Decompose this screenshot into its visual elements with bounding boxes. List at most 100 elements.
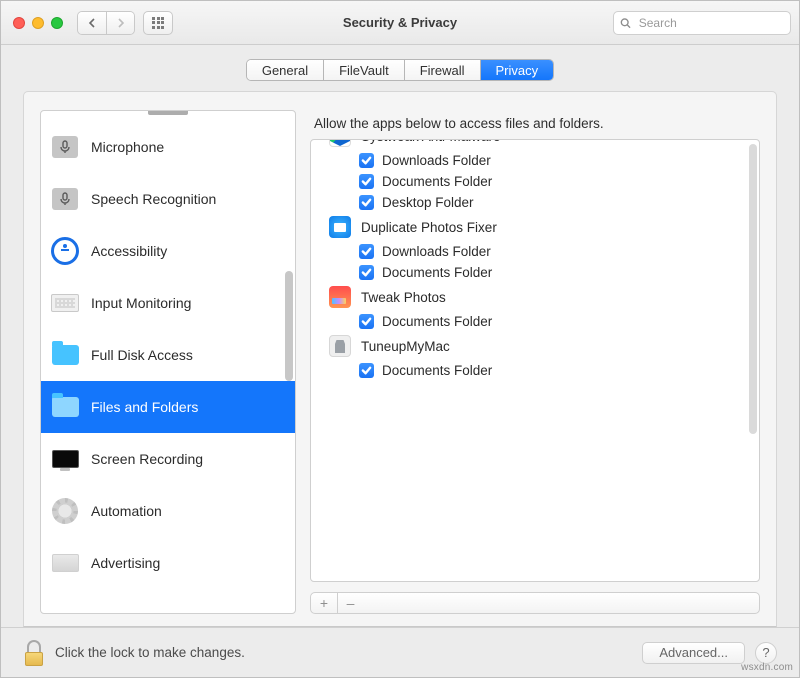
permission-row: Documents Folder <box>327 311 743 332</box>
add-app-button[interactable]: + <box>311 593 337 613</box>
search-icon <box>620 17 631 29</box>
screen-icon <box>51 445 79 473</box>
permission-checkbox[interactable] <box>359 265 374 280</box>
sidebar-scrollbar-thumb[interactable] <box>285 271 293 381</box>
permission-row: Downloads Folder <box>327 150 743 171</box>
permissions-heading: Allow the apps below to access files and… <box>314 116 756 131</box>
chevron-right-icon <box>116 18 125 28</box>
remove-app-button[interactable]: – <box>337 593 363 613</box>
advanced-button[interactable]: Advanced... <box>642 642 745 664</box>
sidebar-item-partial[interactable] <box>41 110 295 121</box>
sidebar-item-speech-recognition[interactable]: Speech Recognition <box>41 173 295 225</box>
sidebar-item-input-monitoring[interactable]: Input Monitoring <box>41 277 295 329</box>
sidebar-item-accessibility[interactable]: Accessibility <box>41 225 295 277</box>
permission-checkbox[interactable] <box>359 153 374 168</box>
tweak-photos-icon <box>329 286 351 308</box>
tab-privacy[interactable]: Privacy <box>480 60 554 80</box>
show-all-button[interactable] <box>143 11 173 35</box>
search-input[interactable] <box>637 15 784 31</box>
permission-label: Documents Folder <box>382 363 492 378</box>
lock-button[interactable] <box>23 640 45 666</box>
permission-label: Documents Folder <box>382 265 492 280</box>
tuneup-icon <box>329 335 351 357</box>
permission-row: Documents Folder <box>327 171 743 192</box>
chevron-left-icon <box>88 18 97 28</box>
folder-icon <box>51 393 79 421</box>
sidebar-item-screen-recording[interactable]: Screen Recording <box>41 433 295 485</box>
search-field[interactable] <box>613 11 791 35</box>
advertising-icon <box>51 549 79 577</box>
accessibility-icon <box>51 237 79 265</box>
traffic-lights <box>13 17 63 29</box>
watermark: wsxdn.com <box>741 662 793 673</box>
sidebar-item-files-and-folders[interactable]: Files and Folders <box>41 381 295 433</box>
permission-label: Documents Folder <box>382 314 492 329</box>
app-name: Systweak Anti-Malware <box>361 139 501 144</box>
titlebar: Security & Privacy <box>1 1 799 45</box>
preferences-window: Security & Privacy GeneralFileVaultFirew… <box>0 0 800 678</box>
sidebar-item-label: Advertising <box>91 555 160 571</box>
back-button[interactable] <box>78 12 106 34</box>
grid-icon <box>152 17 164 29</box>
app-row[interactable]: Duplicate Photos Fixer <box>327 213 743 241</box>
sidebar-item-label: Speech Recognition <box>91 191 216 207</box>
sidebar-item-advertising[interactable]: Advertising <box>41 537 295 589</box>
permission-row: Downloads Folder <box>327 241 743 262</box>
minimize-window-button[interactable] <box>32 17 44 29</box>
app-row[interactable]: Systweak Anti-Malware <box>327 139 743 150</box>
permission-label: Downloads Folder <box>382 153 491 168</box>
gear-icon <box>51 497 79 525</box>
sidebar-item-label: Microphone <box>91 139 164 155</box>
permission-label: Documents Folder <box>382 174 492 189</box>
tab-general[interactable]: General <box>247 60 323 80</box>
folder-icon <box>51 341 79 369</box>
forward-button[interactable] <box>106 12 134 34</box>
sidebar-item-label: Files and Folders <box>91 399 198 415</box>
sidebar-item-microphone[interactable]: Microphone <box>41 121 295 173</box>
permission-row: Desktop Folder <box>327 192 743 213</box>
main-panel: Microphone Speech Recognition Accessibilit… <box>23 91 777 627</box>
permission-label: Downloads Folder <box>382 244 491 259</box>
nav-buttons <box>77 11 135 35</box>
footer: Click the lock to make changes. Advanced… <box>1 627 799 677</box>
sidebar-item-automation[interactable]: Automation <box>41 485 295 537</box>
tab-firewall[interactable]: Firewall <box>404 60 480 80</box>
tab-filevault[interactable]: FileVault <box>323 60 404 80</box>
sidebar-item-label: Accessibility <box>91 243 167 259</box>
help-button[interactable]: ? <box>755 642 777 664</box>
permission-checkbox[interactable] <box>359 195 374 210</box>
app-name: Duplicate Photos Fixer <box>361 220 497 235</box>
permission-checkbox[interactable] <box>359 363 374 378</box>
sidebar-wrap: Microphone Speech Recognition Accessibilit… <box>40 110 296 614</box>
close-window-button[interactable] <box>13 17 25 29</box>
sidebar-item-label: Full Disk Access <box>91 347 193 363</box>
zoom-window-button[interactable] <box>51 17 63 29</box>
app-row[interactable]: Tweak Photos <box>327 283 743 311</box>
permission-row: Documents Folder <box>327 360 743 381</box>
microphone-icon <box>51 133 79 161</box>
add-remove-buttons: + – <box>310 592 760 614</box>
apps-scrollbar-thumb[interactable] <box>749 144 757 434</box>
permission-checkbox[interactable] <box>359 244 374 259</box>
app-row[interactable]: TuneupMyMac <box>327 332 743 360</box>
apps-list[interactable]: Systweak Anti-Malware Downloads Folder Doc… <box>310 139 760 582</box>
app-name: TuneupMyMac <box>361 339 450 354</box>
permission-label: Desktop Folder <box>382 195 474 210</box>
sidebar-item-label: Screen Recording <box>91 451 203 467</box>
right-pane: Allow the apps below to access files and… <box>310 110 760 614</box>
sidebar-item-label: Automation <box>91 503 162 519</box>
app-name: Tweak Photos <box>361 290 446 305</box>
sidebar-item-label: Input Monitoring <box>91 295 191 311</box>
keyboard-icon <box>51 289 79 317</box>
privacy-category-list[interactable]: Microphone Speech Recognition Accessibilit… <box>40 110 296 614</box>
permission-checkbox[interactable] <box>359 174 374 189</box>
permission-checkbox[interactable] <box>359 314 374 329</box>
lock-hint-text: Click the lock to make changes. <box>55 645 245 660</box>
photo-app-icon <box>329 216 351 238</box>
tab-bar: GeneralFileVaultFirewallPrivacy <box>246 59 554 81</box>
permission-row: Documents Folder <box>327 262 743 283</box>
sidebar-item-full-disk-access[interactable]: Full Disk Access <box>41 329 295 381</box>
shield-icon <box>329 139 351 147</box>
tabs-row: GeneralFileVaultFirewallPrivacy <box>1 45 799 81</box>
speech-icon <box>51 185 79 213</box>
